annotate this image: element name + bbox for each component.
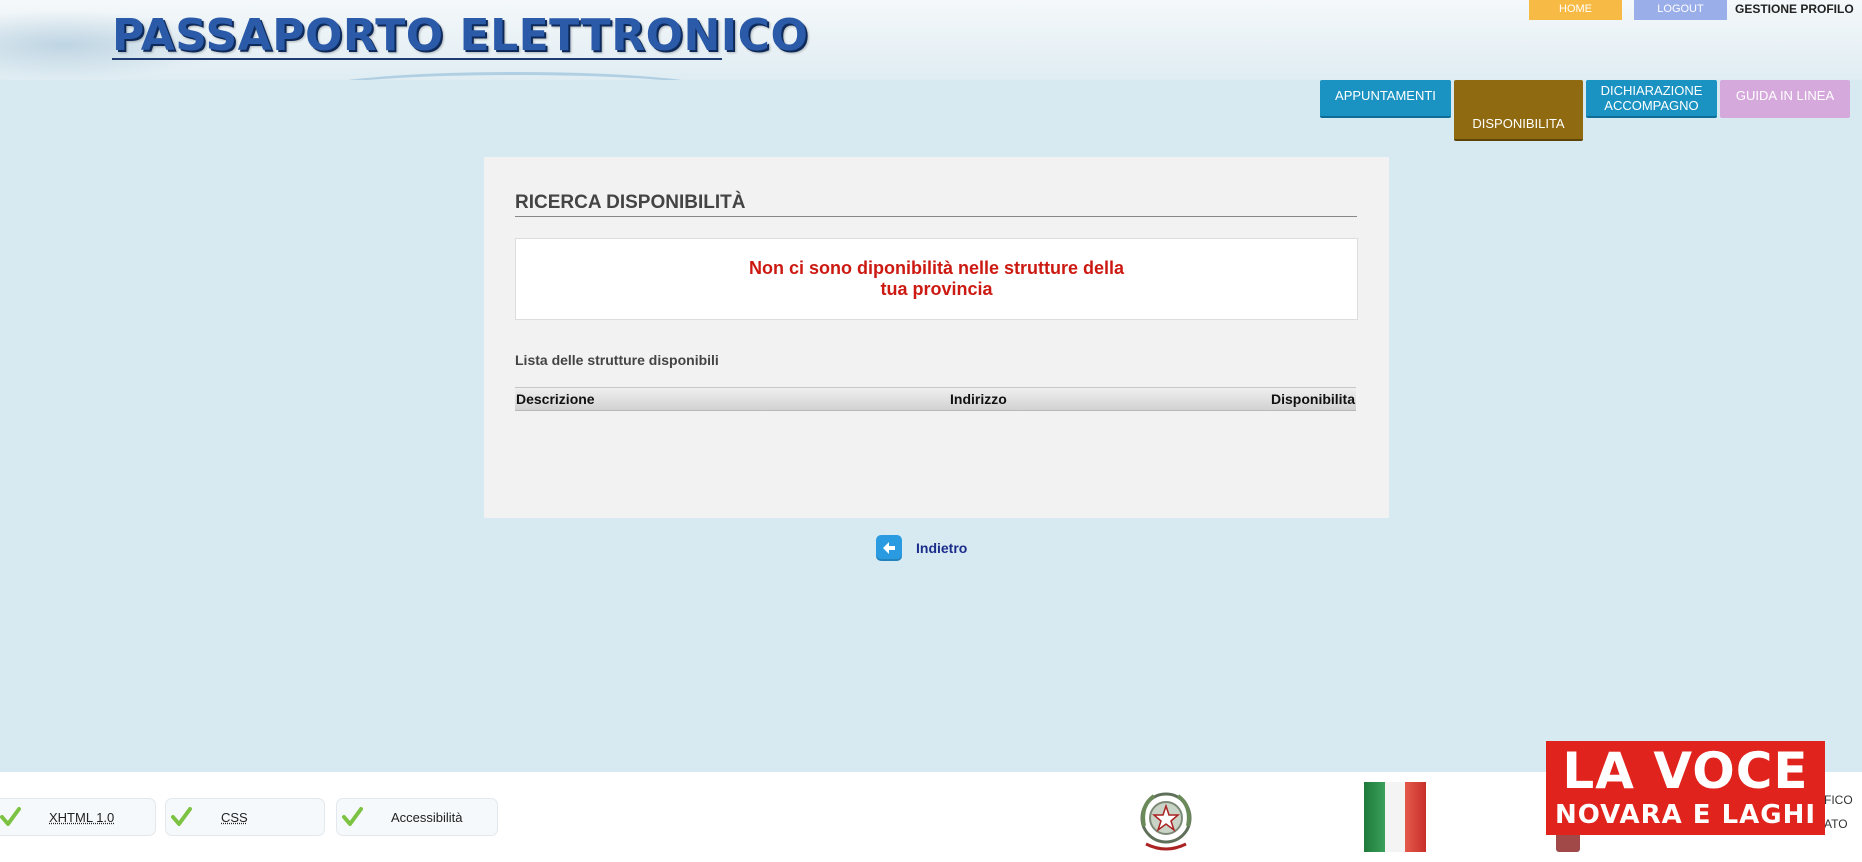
tab-dichiarazione-label-line1: DICHIARAZIONE [1600,83,1703,98]
checkmark-icon [0,804,23,833]
arrow-left-icon[interactable] [876,535,902,561]
checkmark-icon [339,804,365,833]
italian-flag-icon [1364,782,1427,852]
watermark-line-1: LA VOCE [1562,742,1809,800]
logout-button[interactable]: LOGOUT [1634,0,1727,20]
back-link[interactable]: Indietro [876,535,967,561]
profile-link[interactable]: GESTIONE PROFILO [1735,0,1854,18]
back-link-label[interactable]: Indietro [916,540,967,556]
search-panel: RICERCA DISPONIBILITÀ Non ci sono diponi… [484,157,1389,518]
footer-right-text: FICO ATO [1824,788,1853,836]
header-swoosh [300,72,730,80]
tab-dichiarazione-label: DICHIARAZIONE ACCOMPAGNO [1601,83,1703,113]
tab-appuntamenti[interactable]: APPUNTAMENTI [1320,80,1451,118]
tab-appuntamenti-label: APPUNTAMENTI [1335,88,1436,103]
footer-right-text-line2: ATO [1824,817,1848,831]
italian-republic-emblem-icon [1136,786,1196,861]
column-header-indirizzo: Indirizzo [950,391,1007,407]
tab-disponibilita[interactable]: DISPONIBILITA [1454,80,1583,141]
brand-logo-title: PASSAPORTO ELETTRONICO [112,10,809,61]
tab-disponibilita-label: DISPONIBILITA [1472,116,1565,131]
flag-white [1384,782,1406,852]
structures-list-label: Lista delle strutture disponibili [515,352,719,368]
xhtml-badge-label: XHTML 1.0 [49,810,115,825]
column-header-descrizione: Descrizione [516,391,595,407]
message-line-2: tua provincia [880,279,993,299]
tab-dichiarazione-accompagno[interactable]: DICHIARAZIONE ACCOMPAGNO [1586,80,1717,118]
page-title: RICERCA DISPONIBILITÀ [515,192,1357,217]
column-header-disponibilita: Disponibilita [1271,391,1355,407]
watermark-line-2: NOVARA E LAGHI [1554,800,1817,830]
flag-green [1364,782,1385,852]
accessibility-badge[interactable]: Accessibilità [336,798,498,836]
checkmark-icon [168,804,194,833]
xhtml-validation-badge[interactable]: XHTML 1.0 [0,798,156,836]
la-voce-watermark-logo: LA VOCE NOVARA E LAGHI [1546,741,1825,835]
accessibility-badge-label: Accessibilità [391,810,463,825]
tab-guida-in-linea[interactable]: GUIDA IN LINEA [1720,80,1850,118]
home-button[interactable]: HOME [1529,0,1622,20]
css-badge-label: CSS [221,810,248,825]
brand-underline [112,58,722,60]
flag-red [1405,782,1427,852]
no-availability-message: Non ci sono diponibilità nelle strutture… [727,258,1147,300]
footer-right-text-line1: FICO [1824,793,1853,807]
header: PASSAPORTO ELETTRONICO HOME LOGOUT GESTI… [0,0,1862,80]
css-validation-badge[interactable]: CSS [165,798,325,836]
tab-dichiarazione-label-line2: ACCOMPAGNO [1604,98,1699,113]
structures-table-header: Descrizione Indirizzo Disponibilita [515,387,1356,411]
no-availability-message-box: Non ci sono diponibilità nelle strutture… [515,238,1358,320]
tab-guida-label: GUIDA IN LINEA [1735,88,1835,103]
message-line-1: Non ci sono diponibilità nelle strutture… [748,258,1125,278]
